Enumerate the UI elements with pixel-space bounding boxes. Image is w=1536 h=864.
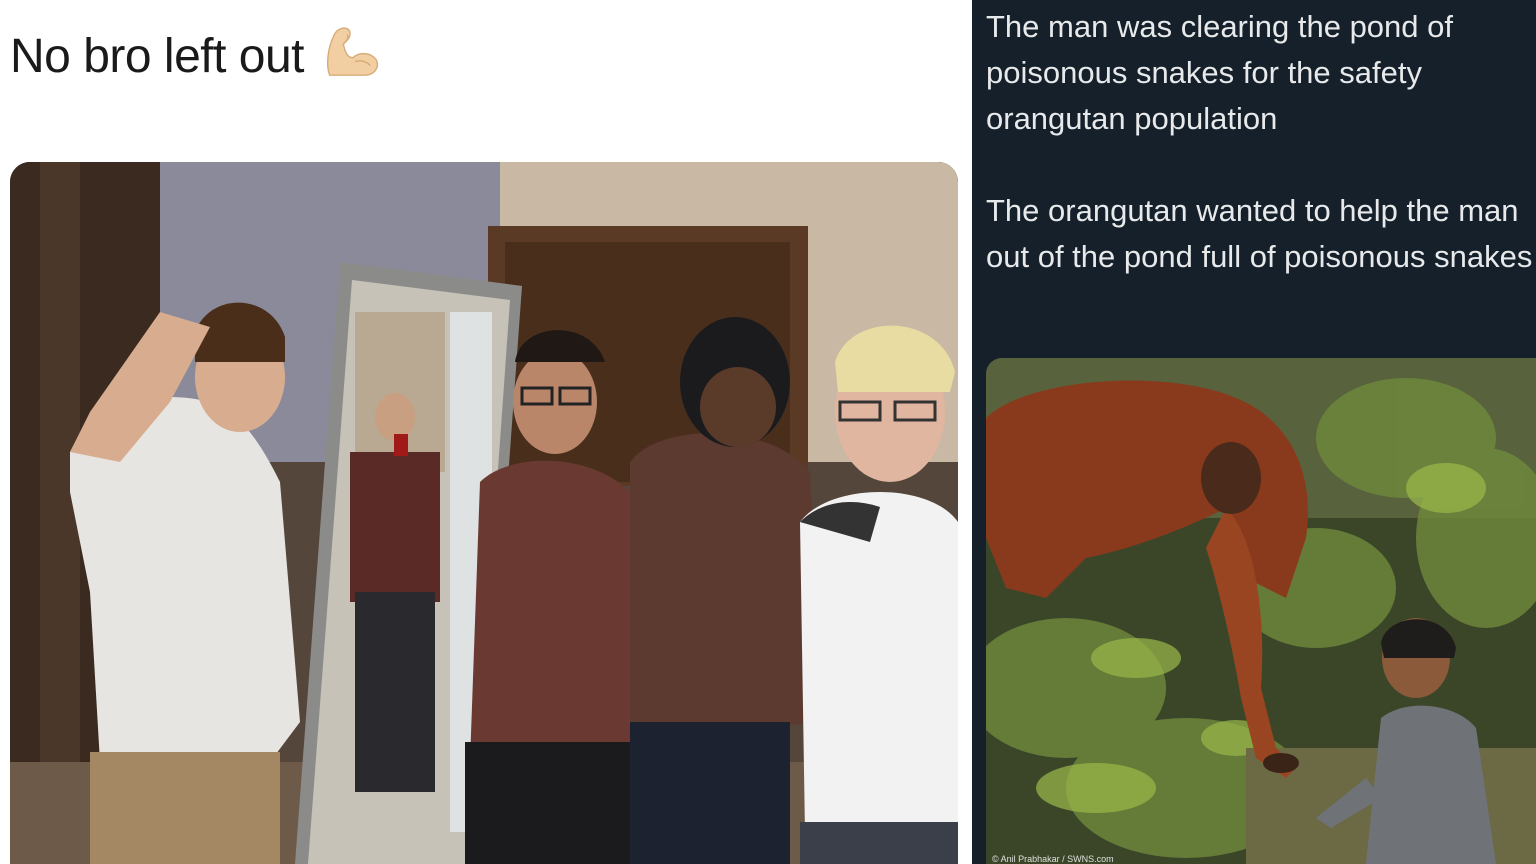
tweet-paragraph-2: The orangutan wanted to help the man out…	[986, 193, 1533, 274]
right-meme-panel: The man was clearing the pond of poisono…	[972, 0, 1536, 864]
flexed-biceps-icon	[320, 19, 382, 93]
tweet-text: The man was clearing the pond of poisono…	[986, 4, 1534, 280]
left-meme-panel: No bro left out	[0, 0, 968, 864]
photo-credit: © Anil Prabhakar / SWNS.com	[992, 854, 1114, 864]
tweet-paragraph-1: The man was clearing the pond of poisono…	[986, 9, 1453, 136]
orangutan-photo: © Anil Prabhakar / SWNS.com	[986, 358, 1536, 864]
meme-collage: No bro left out The man was clearing the…	[0, 0, 1536, 864]
left-caption-row: No bro left out	[10, 24, 382, 88]
left-caption-text: No bro left out	[10, 29, 305, 83]
bros-mirror-photo	[10, 162, 958, 864]
